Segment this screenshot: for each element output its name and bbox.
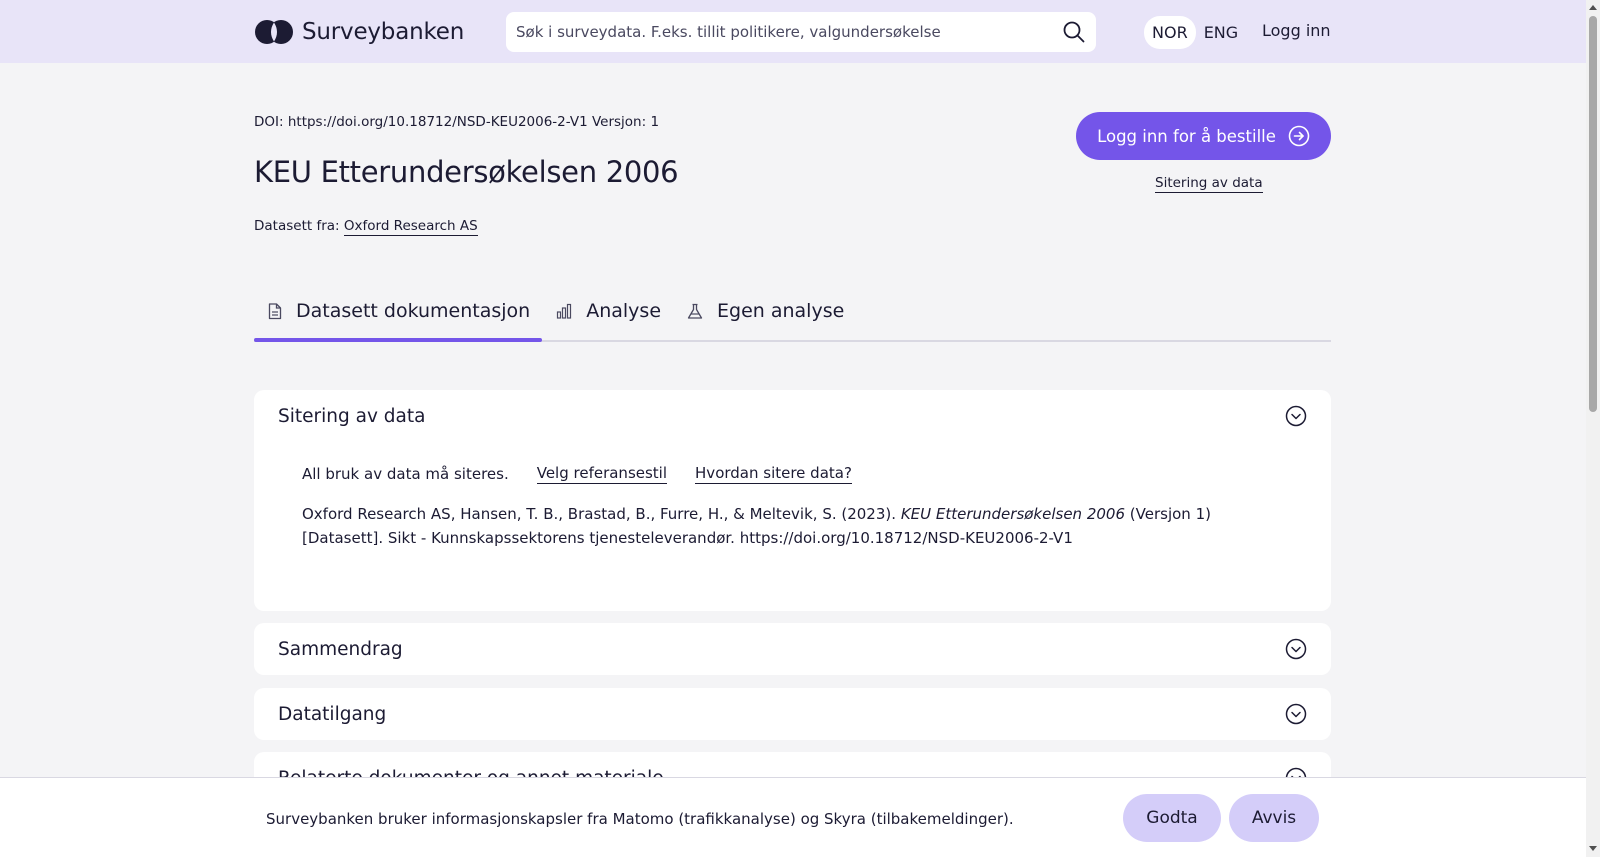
- logo-link[interactable]: Surveybanken: [254, 17, 464, 47]
- how-to-cite-link[interactable]: Hvordan sitere data?: [695, 464, 852, 484]
- arrow-right-circle-icon: [1288, 125, 1310, 147]
- logo-text: Surveybanken: [302, 19, 465, 45]
- search-bar: [506, 12, 1096, 52]
- accordion-body-citation: All bruk av data må siteres. Velg refera…: [254, 442, 1331, 550]
- citation-anchor-link: Sitering av data: [1155, 175, 1263, 193]
- flask-icon: [687, 303, 703, 319]
- login-to-order-button[interactable]: Logg inn for å bestille: [1076, 112, 1331, 160]
- login-link[interactable]: Logg inn: [1262, 21, 1331, 40]
- doi-version: DOI: https://doi.org/10.18712/NSD-KEU200…: [254, 114, 660, 130]
- language-eng[interactable]: ENG: [1196, 16, 1246, 49]
- chevron-down-circle-icon: [1285, 703, 1307, 725]
- dataset-source: Datasett fra: Oxford Research AS: [254, 218, 478, 236]
- scrollbar-thumb[interactable]: [1589, 16, 1597, 412]
- cookie-banner: Surveybanken bruker informasjonskapsler …: [0, 777, 1586, 857]
- page-title: KEU Etterundersøkelsen 2006: [254, 155, 679, 189]
- tab-label: Egen analyse: [717, 300, 845, 322]
- page-scrollbar[interactable]: [1586, 0, 1600, 857]
- accordion-title: Datatilgang: [278, 703, 387, 725]
- citation-links-row: All bruk av data må siteres. Velg refera…: [302, 464, 1283, 484]
- citation-text: Oxford Research AS, Hansen, T. B., Brast…: [302, 502, 1283, 550]
- reject-cookies-button[interactable]: Avvis: [1229, 794, 1319, 842]
- citation-intro: All bruk av data må siteres.: [302, 465, 509, 483]
- accordion-header-summary[interactable]: Sammendrag: [254, 623, 1331, 675]
- cookie-banner-text: Surveybanken bruker informasjonskapsler …: [266, 810, 1014, 828]
- dataset-source-link[interactable]: Oxford Research AS: [343, 218, 478, 236]
- tab-own-analysis[interactable]: Egen analyse: [673, 290, 856, 340]
- accordion-title: Sitering av data: [278, 405, 426, 427]
- choose-reference-style-link[interactable]: Velg referansestil: [536, 464, 668, 484]
- accordion-header-data-access[interactable]: Datatilgang: [254, 688, 1331, 740]
- citation-link[interactable]: Sitering av data: [1155, 175, 1263, 193]
- accordion-header-citation[interactable]: Sitering av data: [254, 390, 1331, 442]
- citation-authors: Oxford Research AS, Hansen, T. B., Brast…: [302, 505, 897, 523]
- tab-analysis[interactable]: Analyse: [542, 290, 673, 340]
- scroll-down-arrow-icon[interactable]: [1589, 846, 1597, 851]
- search-button[interactable]: [1052, 12, 1096, 52]
- search-input[interactable]: [506, 12, 1052, 52]
- tab-label: Analyse: [586, 300, 662, 322]
- accordion-data-access: Datatilgang: [254, 688, 1331, 740]
- accordion-summary: Sammendrag: [254, 623, 1331, 675]
- bar-chart-icon: [557, 303, 572, 319]
- accordion-citation: Sitering av data All bruk av data må sit…: [254, 390, 1331, 611]
- tab-dataset-documentation[interactable]: Datasett dokumentasjon: [254, 290, 543, 342]
- scroll-up-arrow-icon[interactable]: [1589, 5, 1597, 10]
- tab-label: Datasett dokumentasjon: [296, 300, 531, 322]
- order-button-label: Logg inn for å bestille: [1097, 126, 1276, 146]
- document-icon: [268, 302, 282, 319]
- surveybanken-logo-icon: [255, 20, 293, 44]
- top-navigation-bar: Surveybanken NOR ENG Logg inn: [0, 0, 1586, 63]
- language-nor[interactable]: NOR: [1144, 15, 1196, 49]
- search-icon: [1063, 21, 1085, 43]
- accept-cookies-button[interactable]: Godta: [1123, 794, 1221, 842]
- tab-bar: Datasett dokumentasjon Analyse Egen anal…: [254, 290, 1331, 342]
- dataset-source-label: Datasett fra:: [254, 218, 340, 234]
- chevron-down-circle-icon: [1285, 405, 1307, 427]
- language-switcher: NOR ENG: [1144, 15, 1246, 49]
- chevron-down-circle-icon: [1285, 638, 1307, 660]
- accordion-title: Sammendrag: [278, 638, 403, 660]
- citation-title: KEU Etterundersøkelsen 2006: [900, 505, 1126, 523]
